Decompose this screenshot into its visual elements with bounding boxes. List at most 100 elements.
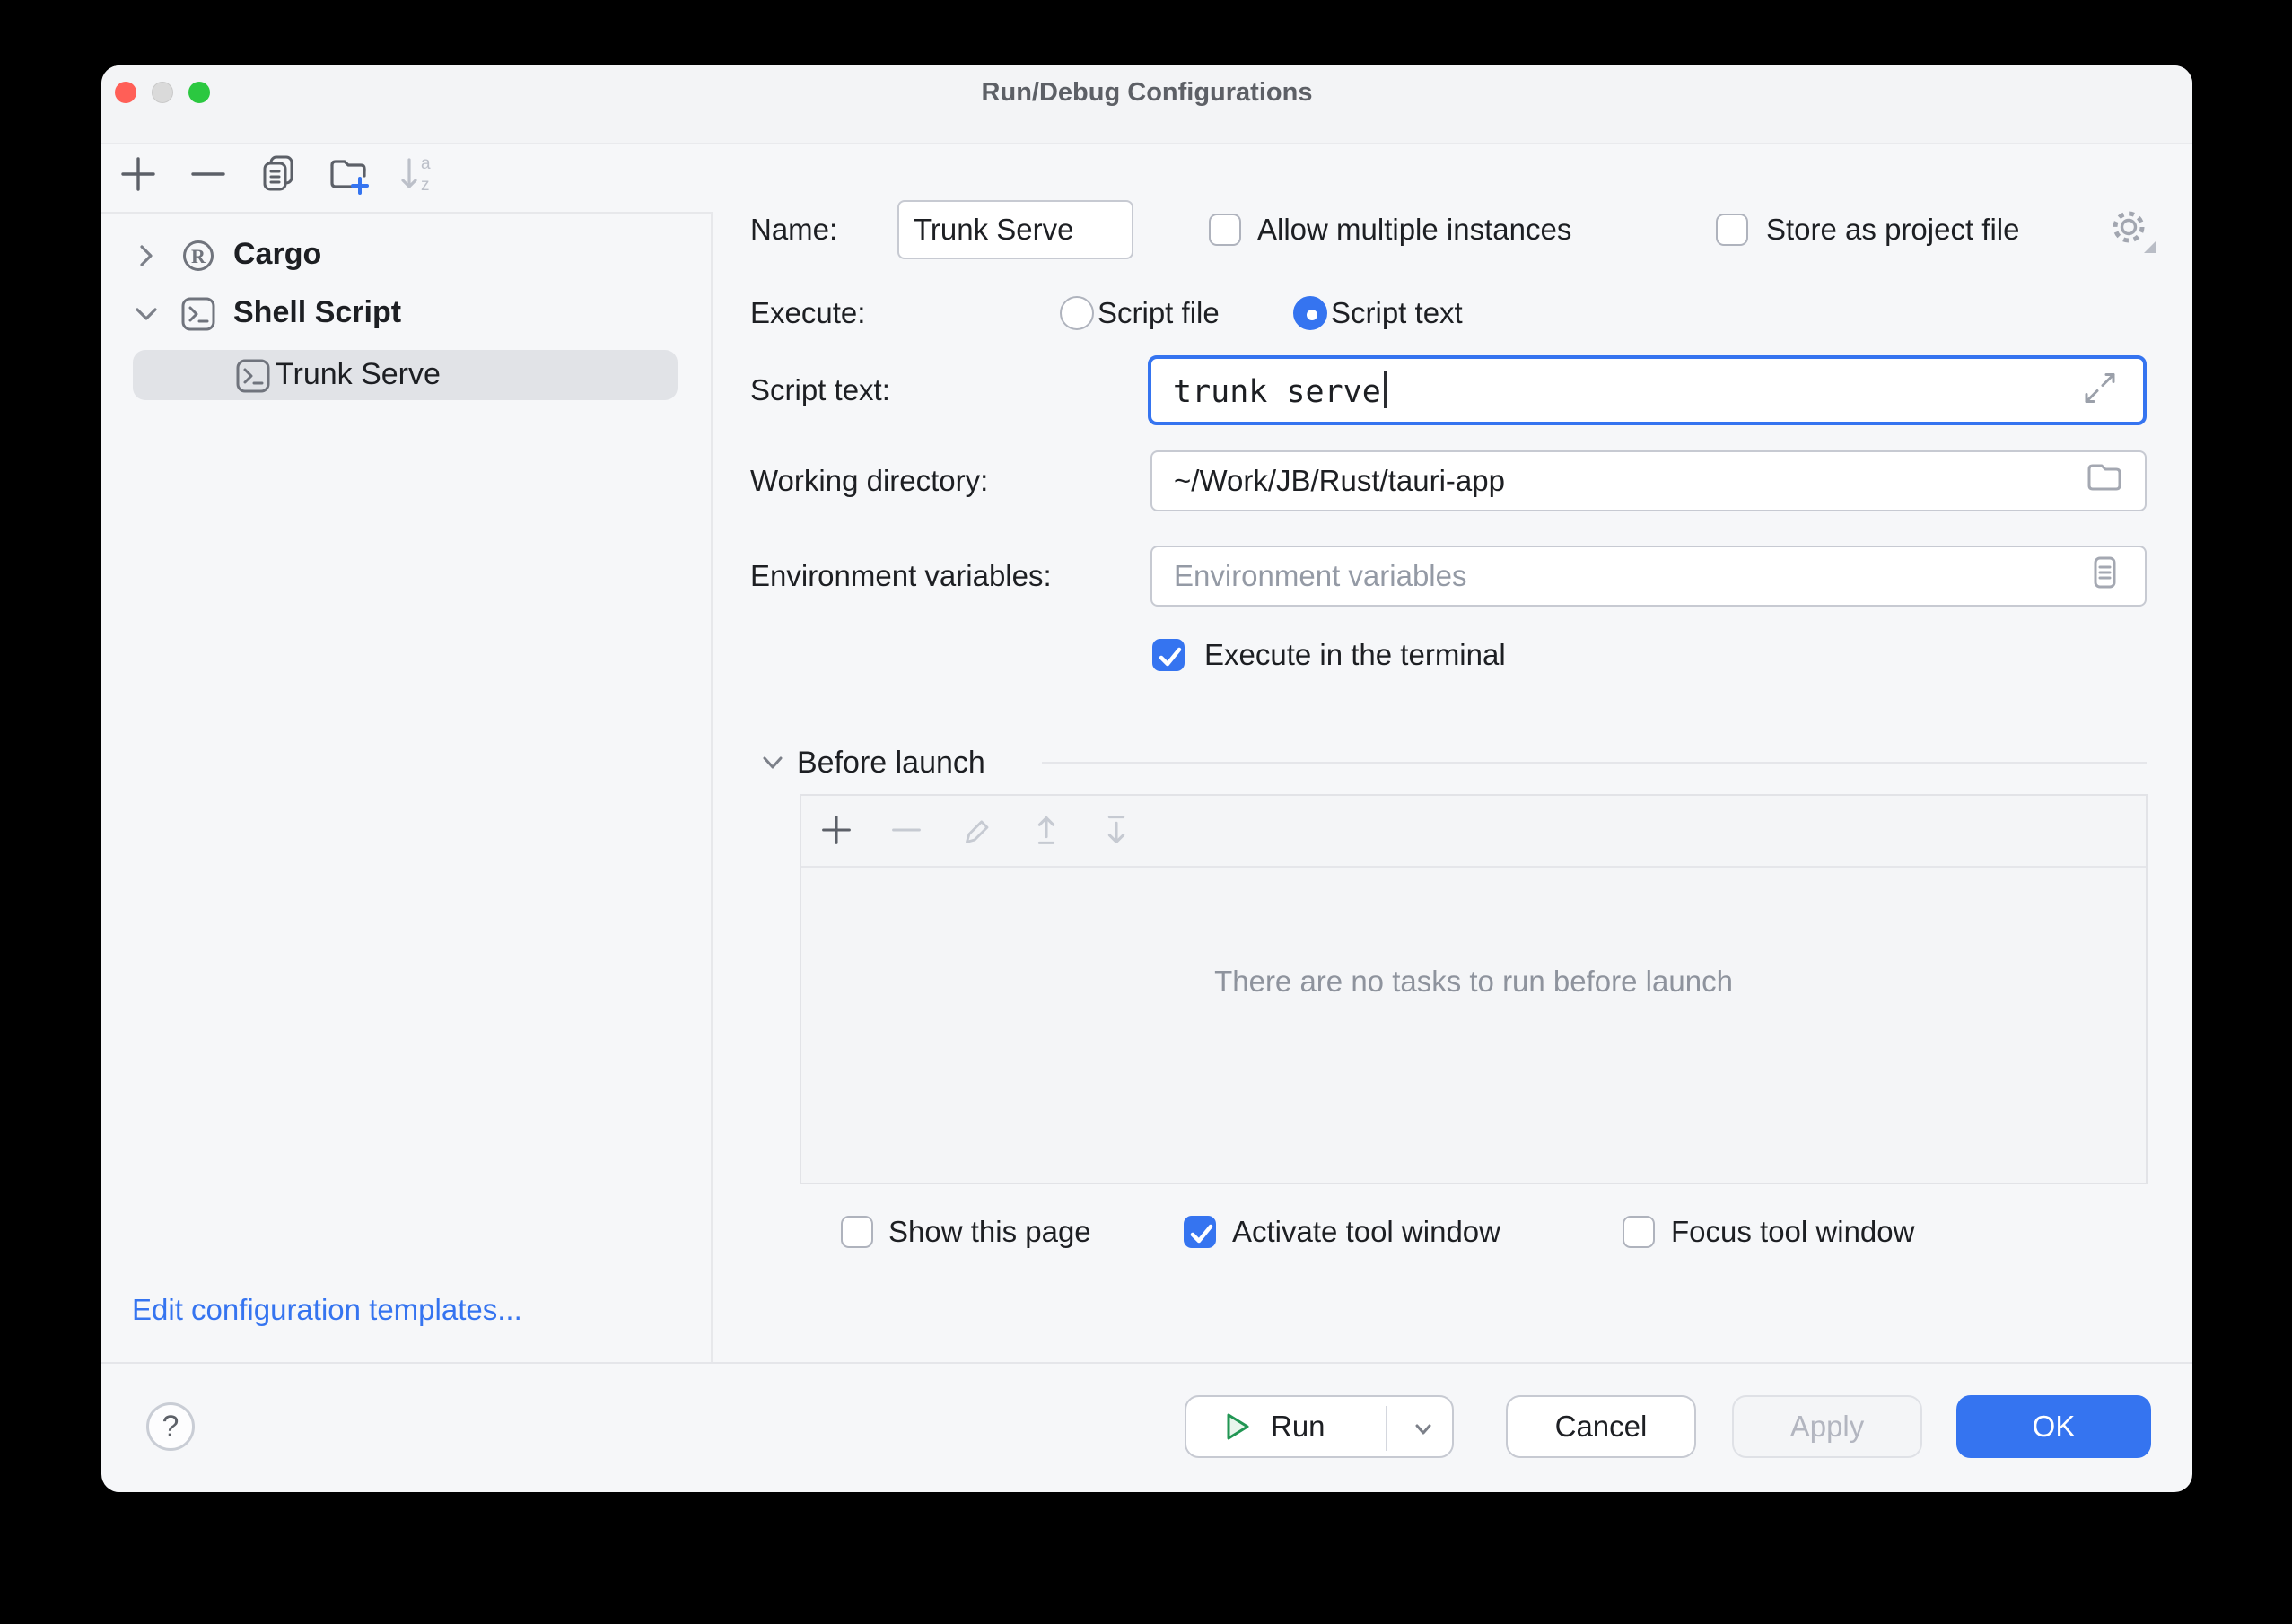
- copy-configuration-button[interactable]: [256, 152, 301, 196]
- cancel-button-label: Cancel: [1555, 1410, 1648, 1444]
- environment-variables-placeholder: Environment variables: [1174, 559, 1467, 593]
- move-up-icon: [1026, 809, 1067, 851]
- before-launch-empty-text: There are no tasks to run before launch: [801, 965, 2146, 999]
- folder-icon: [2084, 457, 2125, 498]
- sidebar-divider: [711, 212, 713, 1362]
- edit-variables-button[interactable]: [2084, 552, 2125, 600]
- new-folder-button[interactable]: [326, 152, 371, 196]
- tree-item-cargo[interactable]: R Cargo: [101, 230, 711, 282]
- store-as-project-file-label: Store as project file: [1766, 210, 2019, 249]
- help-label: ?: [162, 1410, 179, 1445]
- execute-label: Execute:: [750, 293, 865, 333]
- environment-variables-label: Environment variables:: [750, 556, 1052, 596]
- name-input[interactable]: [897, 200, 1133, 259]
- before-launch-rule: [1042, 762, 2147, 764]
- checkmark-icon: [1185, 1218, 1218, 1250]
- activate-tool-window-label: Activate tool window: [1232, 1212, 1500, 1252]
- ok-button-label: OK: [2033, 1410, 2076, 1444]
- add-icon: [117, 153, 160, 196]
- script-text-radio[interactable]: [1293, 296, 1327, 330]
- edit-configuration-templates-link[interactable]: Edit configuration templates...: [132, 1293, 522, 1327]
- svg-text:z: z: [421, 176, 430, 195]
- script-text-radio-label: Script text: [1331, 293, 1463, 333]
- play-icon: [1219, 1409, 1255, 1445]
- checkmark-icon: [1154, 641, 1186, 673]
- edit-icon: [956, 809, 997, 851]
- text-caret: [1384, 371, 1387, 408]
- script-file-label: Script file: [1098, 293, 1220, 333]
- sort-configurations-button[interactable]: az: [396, 152, 441, 196]
- tree-item-shell-script[interactable]: Shell Script: [101, 288, 711, 340]
- focus-tool-window-label: Focus tool window: [1671, 1212, 1914, 1252]
- add-configuration-button[interactable]: [116, 152, 161, 196]
- allow-multiple-instances-checkbox[interactable]: [1209, 214, 1241, 246]
- svg-text:a: a: [421, 154, 431, 173]
- ok-button[interactable]: OK: [1956, 1395, 2151, 1458]
- run-debug-configurations-dialog: Run/Debug Configurations az R Cargo Shel…: [101, 65, 2192, 1492]
- before-launch-toolbar-divider: [801, 866, 2146, 868]
- environment-variables-input[interactable]: Environment variables: [1150, 546, 2147, 607]
- edit-task-button[interactable]: [954, 808, 999, 852]
- store-as-project-file-checkbox[interactable]: [1716, 214, 1748, 246]
- chevron-down-icon: [1409, 1415, 1438, 1444]
- sort-alpha-icon: az: [397, 153, 440, 196]
- remove-icon: [886, 809, 927, 851]
- run-button[interactable]: Run: [1185, 1395, 1454, 1458]
- tree-item-label: Cargo: [233, 237, 321, 272]
- tree-item-trunk-serve-selected[interactable]: Trunk Serve: [133, 350, 678, 400]
- help-button[interactable]: ?: [146, 1402, 195, 1451]
- tree-item-label: Shell Script: [233, 295, 401, 330]
- configurations-toolbar: az: [116, 152, 441, 196]
- new-folder-icon: [326, 152, 371, 196]
- run-button-separator: [1386, 1406, 1387, 1451]
- add-task-button[interactable]: [814, 808, 859, 852]
- before-launch-panel: There are no tasks to run before launch: [800, 794, 2148, 1184]
- move-down-button[interactable]: [1094, 808, 1139, 852]
- remove-configuration-button[interactable]: [186, 152, 231, 196]
- allow-multiple-instances-label: Allow multiple instances: [1257, 210, 1571, 249]
- rust-icon: R: [180, 238, 216, 274]
- activate-tool-window-checkbox[interactable]: [1184, 1216, 1216, 1248]
- before-launch-title[interactable]: Before launch: [797, 743, 985, 782]
- move-up-button[interactable]: [1024, 808, 1069, 852]
- svg-text:R: R: [191, 245, 206, 267]
- expand-field-button[interactable]: [2080, 369, 2120, 413]
- remove-task-button[interactable]: [884, 808, 929, 852]
- window-title: Run/Debug Configurations: [101, 78, 2192, 108]
- list-icon: [2084, 552, 2125, 593]
- script-text-label: Script text:: [750, 371, 890, 410]
- show-this-page-checkbox[interactable]: [841, 1216, 873, 1248]
- before-launch-collapse-icon[interactable]: [757, 747, 789, 779]
- working-directory-label: Working directory:: [750, 461, 988, 501]
- copy-icon: [257, 153, 300, 196]
- terminal-icon: [180, 296, 216, 332]
- expand-icon: [2080, 369, 2120, 408]
- apply-button-label: Apply: [1790, 1410, 1865, 1444]
- run-button-label: Run: [1271, 1410, 1325, 1444]
- chevron-right-icon[interactable]: [128, 238, 164, 274]
- show-this-page-label: Show this page: [888, 1212, 1091, 1252]
- execute-in-terminal-label: Execute in the terminal: [1204, 635, 1506, 675]
- run-options-button[interactable]: [1402, 1415, 1445, 1444]
- move-down-icon: [1096, 809, 1137, 851]
- sidebar-toolbar-divider: [101, 212, 711, 214]
- chevron-down-icon[interactable]: [128, 296, 164, 332]
- apply-button[interactable]: Apply: [1732, 1395, 1922, 1458]
- cancel-button[interactable]: Cancel: [1506, 1395, 1696, 1458]
- footer-divider: [101, 1362, 2192, 1364]
- terminal-icon: [235, 358, 271, 394]
- add-icon: [816, 809, 857, 851]
- titlebar: Run/Debug Configurations: [101, 65, 2192, 144]
- before-launch-toolbar: [814, 796, 1139, 864]
- script-file-radio[interactable]: [1060, 296, 1094, 330]
- store-options-button[interactable]: [2104, 203, 2158, 257]
- focus-tool-window-checkbox[interactable]: [1623, 1216, 1655, 1248]
- name-label: Name:: [750, 210, 837, 249]
- script-text-input[interactable]: trunk serve: [1148, 355, 2147, 425]
- working-directory-input[interactable]: ~/Work/JB/Rust/tauri-app: [1150, 450, 2147, 511]
- tree-item-label: Trunk Serve: [276, 357, 441, 392]
- remove-icon: [187, 153, 230, 196]
- script-text-value: trunk serve: [1173, 374, 1381, 410]
- browse-folder-button[interactable]: [2084, 457, 2125, 505]
- execute-in-terminal-checkbox[interactable]: [1152, 639, 1185, 671]
